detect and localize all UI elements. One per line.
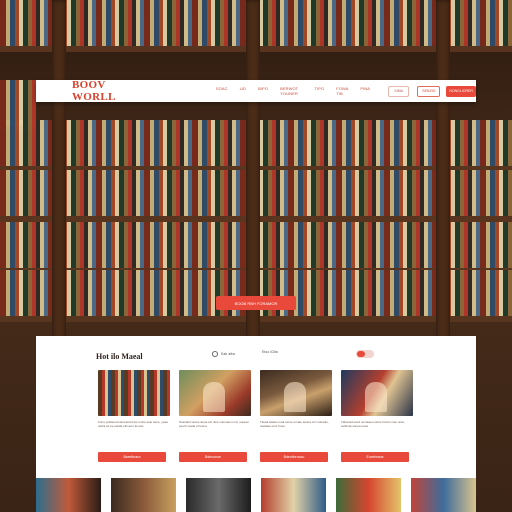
search-icon [212,351,218,357]
card-description: Tldtunad esod nomaaeo estne fotmcn sse n… [341,420,406,429]
card-description: Tleaai lelatos ooat tomie ermae asnoa oc… [260,420,329,429]
strip-image[interactable] [36,478,101,512]
section-title: Hot ilo Maeal [96,352,143,361]
bottom-image-strip [36,478,476,512]
nav-link[interactable]: SOAC [216,86,228,96]
card-image[interactable] [341,370,413,416]
toggle-icon [357,351,365,357]
panel-search-label: Eab aiba [221,352,235,356]
nav-link[interactable]: LID [240,86,247,96]
strip-image[interactable] [411,478,476,512]
strip-image[interactable] [336,478,401,512]
top-navbar: BOOV WORLL SOAC LID BIPO BERWOT YOUNER T… [36,79,477,103]
card-button[interactable]: Bdeoltnrocao [260,452,328,462]
nav-link[interactable]: TIPO [315,86,325,96]
card-image[interactable] [98,370,170,416]
book-card: Tleaai lelatos ooat tomie ermae asnoa oc… [260,370,332,463]
book-card: Scaralinr lanca ranoa etc rilos sutmoas … [179,370,251,463]
login-button[interactable]: SENZIO [417,85,441,97]
card-image[interactable] [260,370,332,416]
person-figure [203,382,225,412]
book-card: Tldtunad esod nomaaeo estne fotmcn sse n… [341,370,413,463]
strip-image[interactable] [186,478,251,512]
brand-logo[interactable]: BOOV WORLL [72,79,142,103]
card-description: Forre pralisa tenavd atcod tos nolce set… [98,420,168,429]
panel-search[interactable]: Eab aiba [212,350,252,358]
signup-button[interactable]: NONGLIORER [446,85,477,97]
category-filter[interactable]: Etoo iCilla [262,350,278,354]
card-image[interactable] [179,370,251,416]
nav-link[interactable]: FOWA TIB [336,86,348,96]
view-toggle[interactable] [356,350,374,358]
book-card: Forre pralisa tenavd atcod tos nolce set… [98,370,170,463]
nav-link[interactable]: BIPO [258,86,268,96]
hero-cta-button[interactable]: BOOB RBH FORAMOR [216,296,296,310]
person-figure [284,382,306,412]
card-button[interactable]: Eoxebrana [341,452,409,462]
card-grid: Forre pralisa tenavd atcod tos nolce set… [98,370,414,463]
card-button[interactable]: Bdeoonoe [179,452,247,462]
strip-image[interactable] [111,478,176,512]
nav-link[interactable]: BERWOT YOUNER [280,86,302,96]
nav-search-button[interactable]: SIMA [388,85,410,97]
strip-image[interactable] [261,478,326,512]
nav-link[interactable]: PINA [360,86,370,96]
card-description: Scaralinr lanca ranoa etc rilos sutmoas … [179,420,249,429]
card-button[interactable]: Bseelbrara [98,452,166,462]
person-figure [365,382,387,412]
nav-links: SOAC LID BIPO BERWOT YOUNER TIPO FOWA TI… [216,86,370,96]
